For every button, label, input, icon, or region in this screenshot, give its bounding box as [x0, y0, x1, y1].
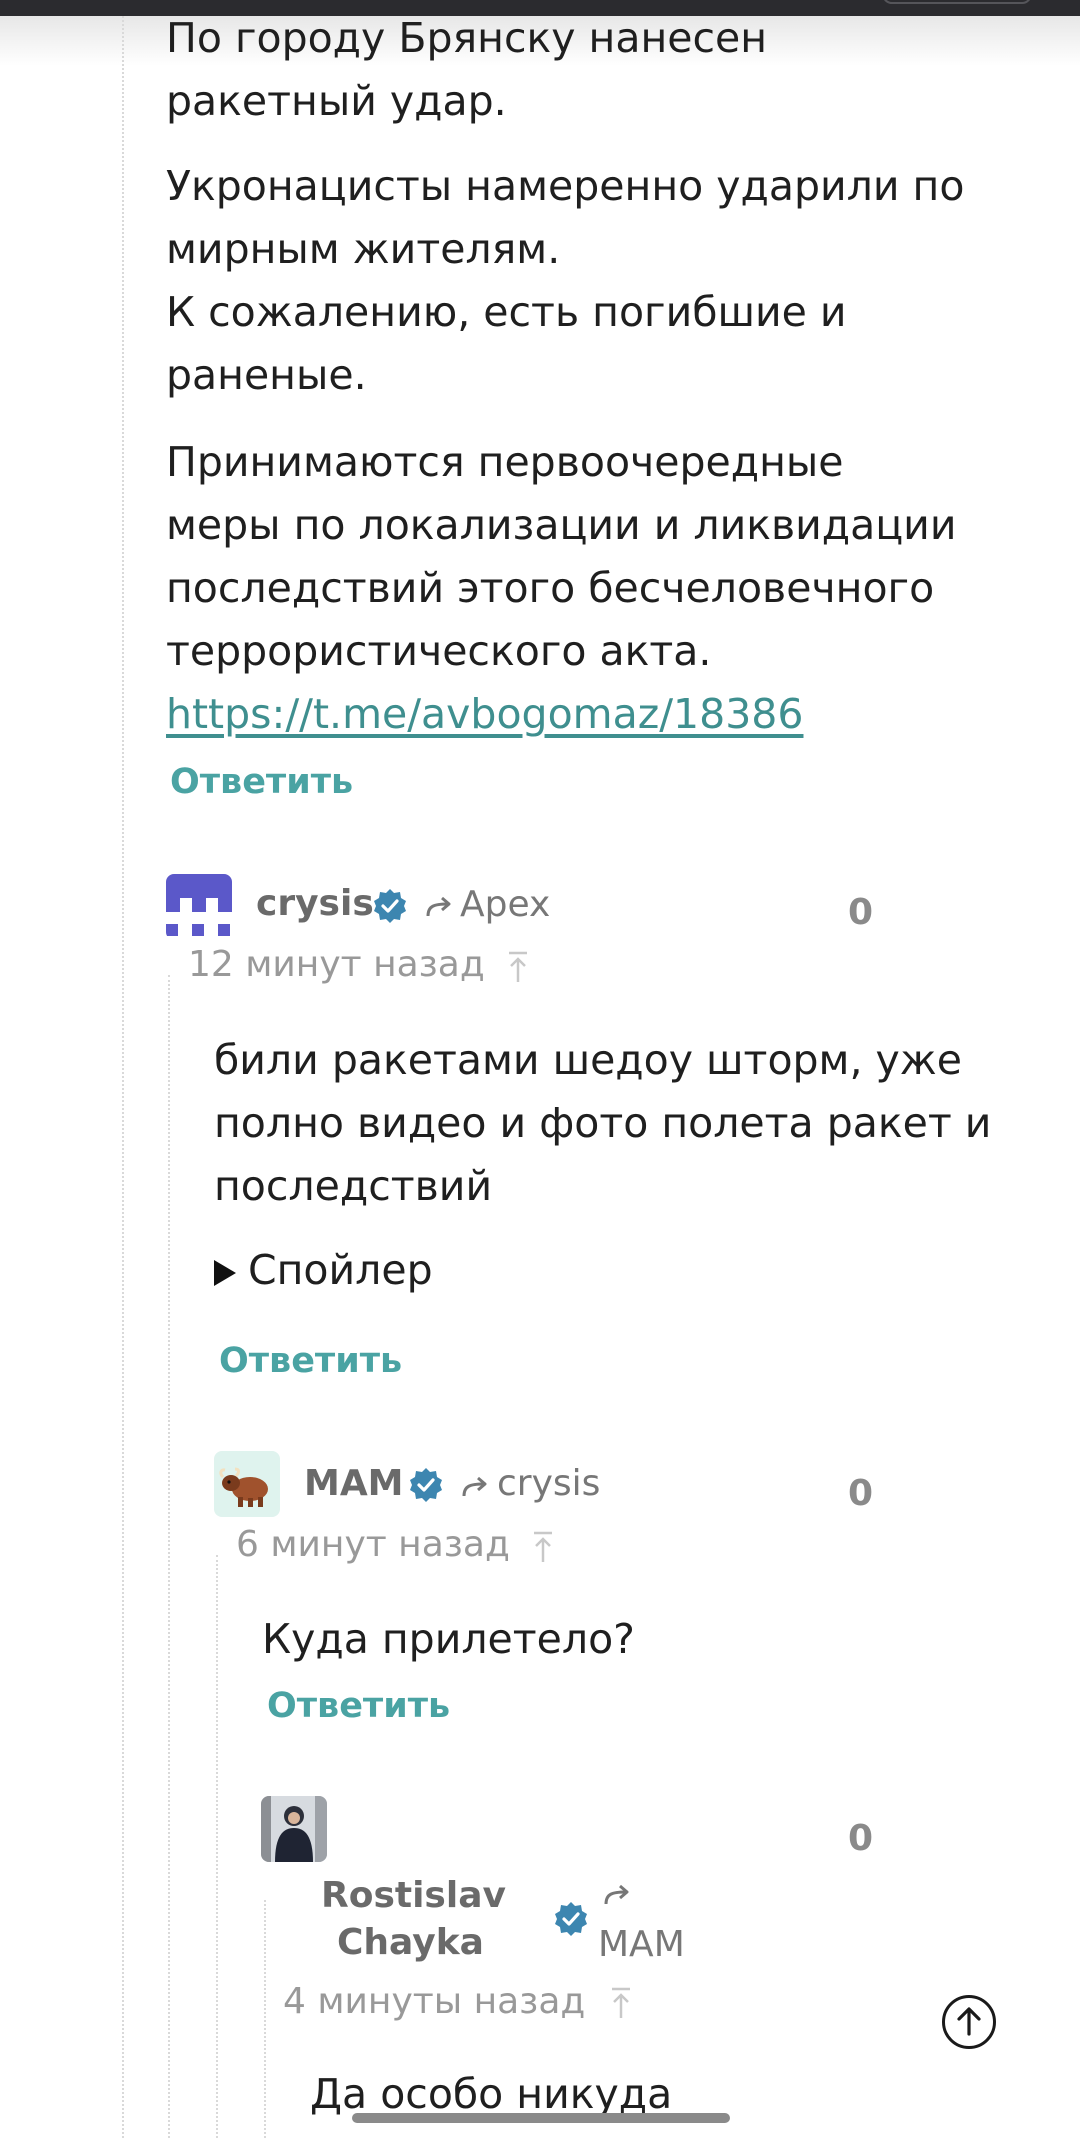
person-photo-avatar-icon — [261, 1796, 327, 1862]
post-paragraph-1-line-2: ракетный удар. — [166, 77, 507, 125]
comment-timestamp[interactable]: 12 минут назад — [188, 944, 485, 985]
reply-to-name[interactable]: crysis — [497, 1463, 600, 1504]
post-paragraph-2-line-1: Укронацисты намеренно ударили по — [166, 162, 965, 210]
post-paragraph-3-line-2: меры по локализации и ликвидации — [166, 501, 957, 549]
comment-body-line: били ракетами шедоу шторм, уже — [214, 1036, 962, 1084]
post-reply-button[interactable]: Ответить — [170, 762, 353, 802]
top-bar-search-pill[interactable] — [882, 0, 1032, 4]
comment-author-name-line-1[interactable]: Rostislav — [321, 1875, 506, 1916]
thread-line-level-3 — [264, 1900, 266, 2138]
comment-timestamp[interactable]: 4 минуты назад — [283, 1981, 585, 2022]
thread-line-level-1 — [168, 975, 170, 2138]
yak-emoji-avatar-icon — [219, 1467, 268, 1507]
avatar-rostislav-chayka[interactable] — [261, 1796, 327, 1862]
verified-badge-icon — [555, 1902, 587, 1936]
comment-author-name[interactable]: MAM — [304, 1463, 404, 1504]
spoiler-toggle[interactable]: Спойлер — [214, 1246, 433, 1294]
post-paragraph-3-line-3: последствий этого бесчеловечного — [166, 564, 935, 612]
comment-reply-button[interactable]: Ответить — [219, 1341, 402, 1381]
comment-timestamp[interactable]: 6 минут назад — [236, 1524, 510, 1565]
comment-score: 0 — [848, 1473, 874, 1514]
post-paragraph-3-line-4: террористического акта. — [166, 627, 712, 675]
verified-badge-icon — [410, 1468, 442, 1502]
post-paragraph-2-line-3: К сожалению, есть погибшие и — [166, 288, 847, 336]
comment-author-name[interactable]: crysis — [256, 883, 374, 924]
comment-author-name-line-2[interactable]: Chayka — [337, 1922, 484, 1963]
verified-badge-icon — [374, 889, 406, 923]
go-to-parent-icon[interactable] — [609, 1986, 633, 2020]
go-to-parent-icon[interactable] — [531, 1530, 555, 1564]
go-to-parent-icon[interactable] — [506, 950, 530, 984]
comment-body-line: полно видео и фото полета ракет и — [214, 1099, 992, 1147]
comment-score: 0 — [848, 892, 874, 933]
comment-body-line: Куда прилетело? — [262, 1615, 635, 1663]
pixel-invader-avatar-icon — [166, 874, 232, 936]
reply-to-name[interactable]: MAM — [598, 1924, 685, 1965]
reply-to-name[interactable]: Apex — [460, 884, 550, 925]
comment-body-line: последствий — [214, 1162, 493, 1210]
thread-line-root — [122, 16, 124, 2138]
scroll-to-top-button[interactable] — [942, 1995, 996, 2049]
horizontal-scrollbar[interactable] — [352, 2113, 730, 2123]
thread-line-level-2 — [216, 1555, 218, 2138]
comment-score: 0 — [848, 1818, 874, 1859]
avatar-crysis[interactable] — [166, 874, 232, 940]
post-paragraph-2-line-4: раненые. — [166, 351, 367, 399]
post-source-line: https://t.me/avbogomaz/18386 — [166, 683, 803, 746]
reply-arrow-icon — [426, 896, 451, 917]
spoiler-triangle-icon — [214, 1260, 236, 1286]
reply-arrow-icon — [604, 1884, 629, 1905]
telegram-link[interactable]: https://t.me/avbogomaz/18386 — [166, 690, 803, 738]
reply-arrow-icon — [462, 1476, 487, 1497]
scroll-to-top-icon — [957, 2007, 981, 2036]
post-paragraph-3-line-1: Принимаются первоочередные — [166, 438, 844, 486]
post-paragraph-2-line-2: мирным жителям. — [166, 225, 561, 273]
comment-reply-button[interactable]: Ответить — [267, 1686, 450, 1726]
post-paragraph-1-line-1: По городу Брянску нанесен — [166, 14, 768, 62]
spoiler-label: Спойлер — [248, 1246, 433, 1294]
avatar-mam[interactable] — [214, 1451, 280, 1517]
